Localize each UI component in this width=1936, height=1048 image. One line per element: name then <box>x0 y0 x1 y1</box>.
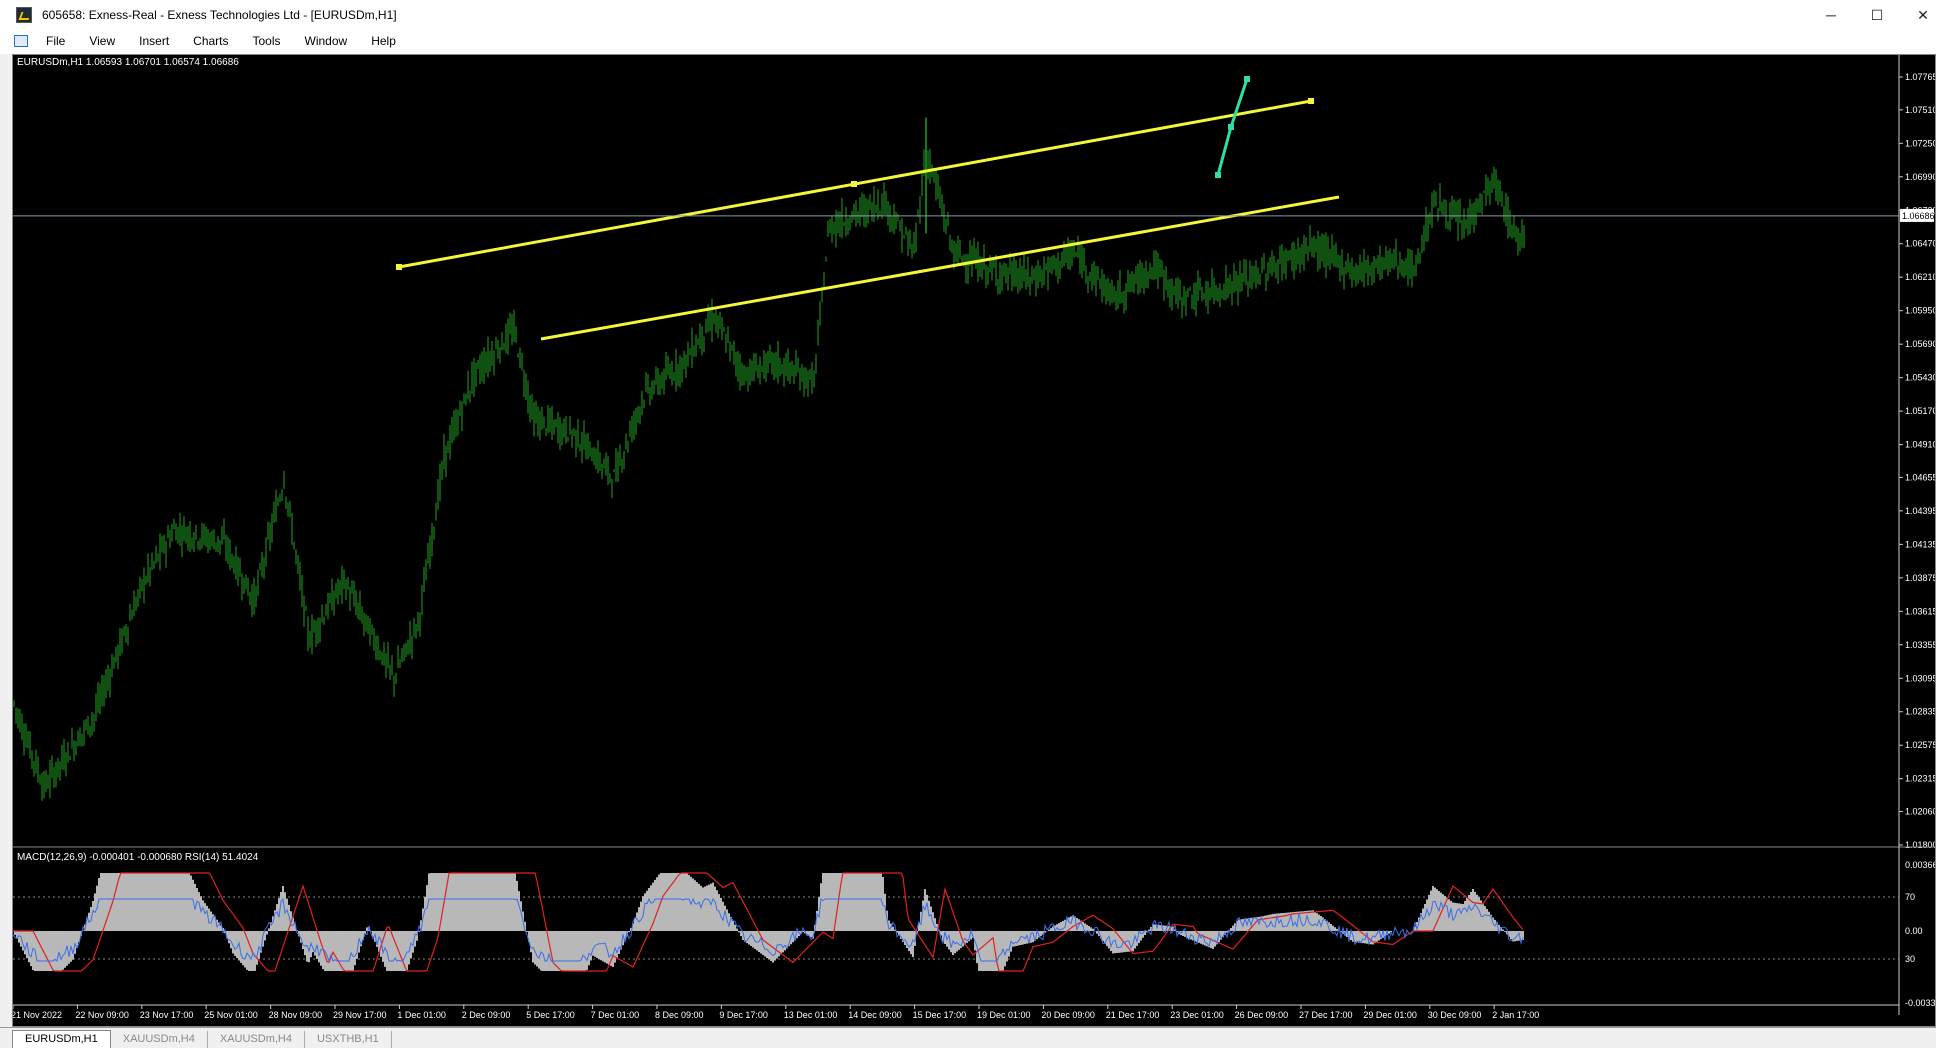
time-tick-label: 22 Nov 09:00 <box>75 1010 129 1020</box>
channel-anchor-point <box>396 264 402 270</box>
price-tick-label: 1.04135 <box>1905 539 1935 549</box>
price-tick-label: 1.06730 <box>1905 205 1935 215</box>
time-tick-label: 2 Jan 17:00 <box>1492 1010 1539 1020</box>
time-tick-label: 30 Dec 09:00 <box>1428 1010 1482 1020</box>
indicator-pane <box>13 872 1899 972</box>
time-tick-label: 29 Nov 17:00 <box>333 1010 387 1020</box>
menu-help[interactable]: Help <box>359 34 408 48</box>
price-tick-label: 1.06210 <box>1905 272 1935 282</box>
time-tick-label: 23 Dec 01:00 <box>1170 1010 1224 1020</box>
price-tick-label: 1.03095 <box>1905 673 1935 683</box>
menu-file[interactable]: File <box>34 34 77 48</box>
tab-usxthb-h1[interactable]: USXTHB,H1 <box>305 1031 392 1048</box>
menu-tools[interactable]: Tools <box>241 34 293 48</box>
menu-window[interactable]: Window <box>293 34 360 48</box>
title-bar: 605658: Exness-Real - Exness Technologie… <box>0 0 1936 30</box>
price-tick-label: 1.02315 <box>1905 774 1935 784</box>
price-tick-label: 1.04655 <box>1905 472 1935 482</box>
close-button[interactable]: ✕ <box>1900 0 1936 30</box>
projection-point <box>1215 172 1221 178</box>
price-tick-label: 1.05690 <box>1905 339 1935 349</box>
price-tick-label: 1.05950 <box>1905 306 1935 316</box>
price-tick-label: 1.07765 <box>1905 72 1935 82</box>
price-tick-label: 1.02835 <box>1905 707 1935 717</box>
indicator-tick-label: 0.00 <box>1905 926 1923 936</box>
price-tick-label: 1.02060 <box>1905 807 1935 817</box>
price-tick-label: 1.03615 <box>1905 606 1935 616</box>
price-tick-label: 1.04910 <box>1905 440 1935 450</box>
app-icon <box>16 7 32 23</box>
time-tick-label: 5 Dec 17:00 <box>526 1010 575 1020</box>
tab-xauusdm-h4[interactable]: XAUUSDm,H4 <box>111 1031 208 1048</box>
indicator-tick-label: 30 <box>1905 954 1915 964</box>
price-tick-label: 1.04395 <box>1905 506 1935 516</box>
indicator-tick-label: 0.00366 <box>1905 860 1935 870</box>
time-tick-label: 21 Nov 2022 <box>13 1010 62 1020</box>
channel-anchor-point <box>851 181 857 187</box>
menu-bar: File View Insert Charts Tools Window Hel… <box>0 30 1936 76</box>
document-icon <box>14 35 28 47</box>
tab-xauusdm-h4-2[interactable]: XAUUSDm,H4 <box>208 1031 305 1048</box>
time-tick-label: 1 Dec 01:00 <box>397 1010 446 1020</box>
price-tick-label: 1.07510 <box>1905 105 1935 115</box>
maximize-button[interactable]: ☐ <box>1854 0 1900 30</box>
time-tick-label: 21 Dec 17:00 <box>1106 1010 1160 1020</box>
projection-point <box>1228 124 1234 130</box>
left-dock-strip <box>0 54 12 1027</box>
price-tick-label: 1.06470 <box>1905 239 1935 249</box>
price-tick-label: 1.05170 <box>1905 406 1935 416</box>
time-tick-label: 20 Dec 09:00 <box>1041 1010 1095 1020</box>
time-tick-label: 25 Nov 01:00 <box>204 1010 258 1020</box>
candlesticks <box>13 117 1525 801</box>
time-tick-label: 28 Nov 09:00 <box>269 1010 323 1020</box>
time-tick-label: 27 Dec 17:00 <box>1299 1010 1353 1020</box>
tab-eurusdm-h1[interactable]: EURUSDm,H1 <box>12 1030 111 1048</box>
price-tick-label: 1.05430 <box>1905 373 1935 383</box>
chart-tabs: EURUSDm,H1 XAUUSDm,H4 XAUUSDm,H4 USXTHB,… <box>0 1027 1936 1048</box>
time-tick-label: 9 Dec 17:00 <box>719 1010 768 1020</box>
price-tick-label: 1.06990 <box>1905 172 1935 182</box>
time-tick-label: 7 Dec 01:00 <box>591 1010 640 1020</box>
price-tick-label: 1.02575 <box>1905 740 1935 750</box>
indicator-tick-label: 70 <box>1905 892 1915 902</box>
time-tick-label: 15 Dec 17:00 <box>913 1010 967 1020</box>
price-tick-label: 1.07250 <box>1905 138 1935 148</box>
time-tick-label: 29 Dec 01:00 <box>1363 1010 1417 1020</box>
price-tick-label: 1.03875 <box>1905 573 1935 583</box>
time-tick-label: 14 Dec 09:00 <box>848 1010 902 1020</box>
time-tick-label: 8 Dec 09:00 <box>655 1010 704 1020</box>
price-chart[interactable]: 1.06686 EURUSDm,H1 1.06593 1.06701 1.065… <box>13 55 1935 1026</box>
indicator-tick-label: -0.00333 <box>1905 998 1935 1008</box>
price-tick-label: 1.01800 <box>1905 840 1935 850</box>
projection-point <box>1244 76 1250 82</box>
macd-histogram <box>14 873 1524 971</box>
menu-charts[interactable]: Charts <box>181 34 240 48</box>
channel-anchor-point <box>1308 98 1314 104</box>
time-tick-label: 23 Nov 17:00 <box>140 1010 194 1020</box>
time-tick-label: 13 Dec 01:00 <box>784 1010 838 1020</box>
indicator-header: MACD(12,26,9) -0.000401 -0.000680 RSI(14… <box>17 852 259 863</box>
menu-insert[interactable]: Insert <box>127 34 181 48</box>
window-title: 605658: Exness-Real - Exness Technologie… <box>42 8 397 22</box>
minimize-button[interactable]: ─ <box>1808 0 1854 30</box>
price-tick-label: 1.03355 <box>1905 640 1935 650</box>
chart-header: EURUSDm,H1 1.06593 1.06701 1.06574 1.066… <box>17 57 239 68</box>
time-tick-label: 19 Dec 01:00 <box>977 1010 1031 1020</box>
time-tick-label: 2 Dec 09:00 <box>462 1010 511 1020</box>
menu-view[interactable]: View <box>77 34 127 48</box>
time-tick-label: 26 Dec 09:00 <box>1235 1010 1289 1020</box>
chart-window[interactable]: 1.06686 EURUSDm,H1 1.06593 1.06701 1.065… <box>12 54 1936 1027</box>
